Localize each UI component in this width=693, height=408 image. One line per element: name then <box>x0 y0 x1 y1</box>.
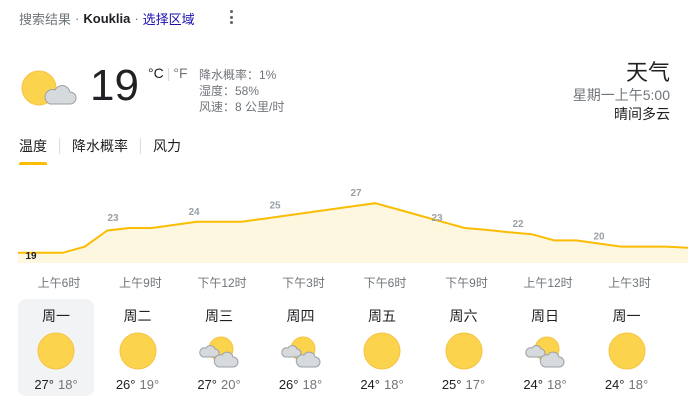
data-label: 19 <box>25 251 37 262</box>
day-name: 周日 <box>531 308 559 324</box>
high-temp: 24° <box>360 377 380 392</box>
separator-dot: · <box>134 11 139 26</box>
data-label: 24 <box>188 207 200 218</box>
fahrenheit-unit[interactable]: °F <box>173 65 187 81</box>
weather-details: 降水概率：1% 湿度：58% 风速：8 公里/时 <box>199 67 284 115</box>
high-temp: 24° <box>523 377 543 392</box>
low-temp: 18° <box>384 377 404 392</box>
observation-time: 星期一上午5:00 <box>572 87 670 103</box>
day-temperatures: 24° 18° <box>589 377 665 392</box>
separator-dot: · <box>75 11 80 26</box>
sunny-icon <box>34 331 78 371</box>
day-forecast-card[interactable]: 周一 27° 18° <box>18 299 94 396</box>
low-temp: 20° <box>221 377 241 392</box>
day-name: 周四 <box>286 308 315 324</box>
day-forecast-card[interactable]: 周二 26° 19° <box>100 299 176 396</box>
sunny-icon <box>605 331 649 371</box>
day-temperatures: 27° 20° <box>181 377 257 392</box>
choose-region-link[interactable]: 选择区域 <box>143 9 195 28</box>
chart-tabs: 温度 降水概率 风力 <box>19 136 181 165</box>
partly-cloudy-icon <box>523 331 567 371</box>
search-header: 搜索结果 · Kouklia · 选择区域 <box>19 9 195 28</box>
tab-wind[interactable]: 风力 <box>153 136 181 162</box>
day-forecast-card[interactable]: 周四 26° 18° <box>263 299 339 396</box>
more-vert-icon[interactable] <box>229 10 233 24</box>
data-label: 20 <box>593 232 605 243</box>
sunny-icon <box>116 331 160 371</box>
precipitation-chance: 降水概率：1% <box>199 68 277 82</box>
low-temp: 17° <box>465 377 486 392</box>
day-forecast-card[interactable]: 周六 25° 17° <box>426 299 502 396</box>
search-results-label: 搜索结果 <box>19 12 72 27</box>
low-temp: 18° <box>302 377 323 392</box>
high-temp: 26° <box>115 377 136 392</box>
day-temperatures: 25° 17° <box>426 377 502 392</box>
day-name: 周五 <box>368 308 396 324</box>
temperature-chart[interactable]: 19 23 24 25 27 23 22 20 <box>0 175 693 270</box>
time-label: 上午9时 <box>119 276 162 290</box>
weather-title: 天气 <box>625 60 670 85</box>
partly-cloudy-icon <box>197 331 241 371</box>
day-forecast-card[interactable]: 周日 24° 18° <box>507 299 583 396</box>
day-temperatures: 27° 18° <box>18 377 94 392</box>
unit-divider: | <box>166 65 171 81</box>
low-temp: 18° <box>58 377 78 392</box>
low-temp: 19° <box>139 377 160 392</box>
time-label: 下午12时 <box>197 276 247 290</box>
day-forecast-card[interactable]: 周五 24° 18° <box>344 299 420 396</box>
data-label: 22 <box>512 219 524 230</box>
day-temperatures: 26° 18° <box>263 377 339 392</box>
time-label: 上午3时 <box>608 276 651 290</box>
tab-precipitation[interactable]: 降水概率 <box>72 136 128 162</box>
high-temp: 27° <box>197 377 217 392</box>
wind-speed: 风速：8 公里/时 <box>199 100 285 114</box>
day-name: 周一 <box>42 308 70 324</box>
day-forecast-card[interactable]: 周三 27° 20° <box>181 299 257 396</box>
partly-cloudy-icon <box>21 70 77 106</box>
day-temperatures: 26° 19° <box>100 377 176 392</box>
tab-divider <box>59 138 60 154</box>
high-temp: 25° <box>441 377 462 392</box>
data-label: 23 <box>107 213 119 224</box>
high-temp: 27° <box>34 377 54 392</box>
sunny-icon <box>360 331 404 371</box>
low-temp: 18° <box>547 377 567 392</box>
location-name: Kouklia <box>83 11 131 26</box>
data-label: 27 <box>350 188 362 199</box>
time-label: 上午6时 <box>37 276 81 290</box>
data-label: 25 <box>269 201 281 212</box>
high-temp: 24° <box>604 377 625 392</box>
day-forecast-card[interactable]: 周一 24° 18° <box>589 299 665 396</box>
partly-cloudy-icon <box>279 331 323 371</box>
sunny-icon <box>442 331 486 371</box>
day-name: 周三 <box>205 308 233 324</box>
time-label: 下午9时 <box>445 276 488 290</box>
celsius-unit[interactable]: °C <box>148 65 164 81</box>
daily-forecast: 周一 27° 18° 周二 26° 19° 周三 27° 20° 周四 26° 18° 周五 24° 1… <box>0 299 693 399</box>
data-label: 23 <box>431 213 443 224</box>
time-label: 上午12时 <box>523 276 573 290</box>
day-name: 周二 <box>123 308 152 324</box>
tab-divider <box>140 138 141 154</box>
day-temperatures: 24° 18° <box>344 377 420 392</box>
day-name: 周一 <box>612 308 641 324</box>
day-temperatures: 24° 18° <box>507 377 583 392</box>
weather-condition: 晴间多云 <box>614 106 670 122</box>
humidity: 湿度：58% <box>199 84 260 98</box>
high-temp: 26° <box>278 377 299 392</box>
weather-summary: 天气 星期一上午5:00 晴间多云 <box>573 60 670 124</box>
low-temp: 18° <box>628 377 649 392</box>
time-label: 下午3时 <box>282 276 325 290</box>
time-label: 下午6时 <box>363 276 407 290</box>
tab-temperature[interactable]: 温度 <box>19 136 47 165</box>
day-name: 周六 <box>449 308 478 324</box>
current-temperature: 19 <box>90 61 139 110</box>
unit-switcher: °C | °F <box>148 65 188 81</box>
